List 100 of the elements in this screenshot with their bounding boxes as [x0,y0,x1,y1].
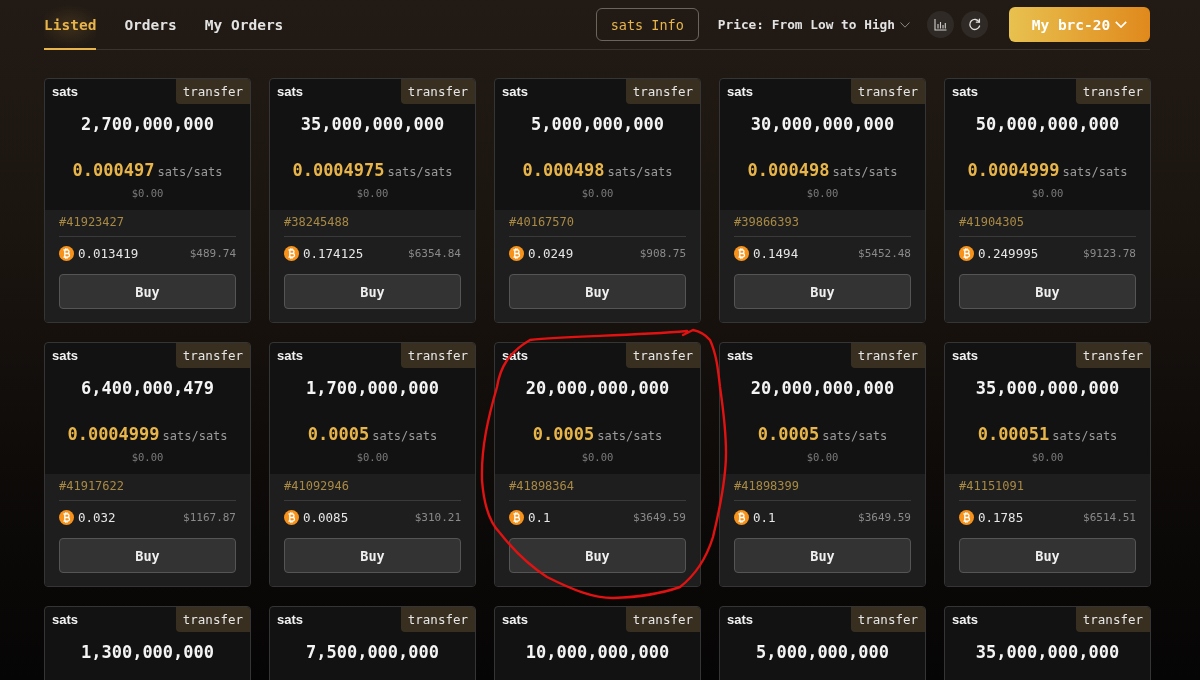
transfer-tag: transfer [400,79,475,104]
usd-unit-price: $0.00 [356,186,389,201]
amount-text: 6,400,000,479 [80,377,215,400]
sort-dropdown[interactable]: Price: From Low to High [717,17,910,32]
transfer-tag: transfer [175,607,250,632]
btc-price: 0.1785 [978,509,1024,525]
btc-price: 0.1 [528,509,551,525]
btc-price: 0.0249 [528,245,574,261]
coin-icon [959,245,974,261]
coin-icon [734,245,749,261]
inscription-number: #40167570 [509,214,575,230]
usd-total: $908.75 [639,246,686,260]
amount-text: 2,700,000,000 [80,113,215,136]
chart-button[interactable] [927,11,954,38]
unit-price: 0.0004975 [292,159,385,182]
usd-unit-price: $0.00 [1031,186,1064,201]
coin-icon [59,509,74,525]
buy-button[interactable]: Buy [959,538,1136,573]
buy-button[interactable]: Buy [59,274,236,309]
unit-price: 0.000498 [522,159,605,182]
coin-icon [284,245,299,261]
price-unit: sats/sats [597,428,663,445]
usd-total: $3649.59 [633,510,686,524]
chevron-down-icon [1115,21,1128,28]
transfer-tag: transfer [850,79,925,104]
price-unit: sats/sats [832,164,898,181]
ticker-label: sats [726,347,754,363]
tab[interactable]: My Orders [204,0,284,50]
transfer-tag: transfer [1075,343,1150,368]
buy-button[interactable]: Buy [59,538,236,573]
usd-unit-price: $0.00 [581,186,614,201]
usd-total: $6514.51 [1083,510,1136,524]
transfer-tag: transfer [625,607,700,632]
unit-price: 0.0004999 [67,423,160,446]
price-unit: sats/sats [1052,428,1118,445]
transfer-tag: transfer [175,79,250,104]
usd-total: $1167.87 [183,510,236,524]
buy-button[interactable]: Buy [509,274,686,309]
transfer-tag: transfer [400,343,475,368]
amount-text: 7,500,000,000 [305,641,440,664]
unit-price: 0.0005 [757,423,820,446]
unit-price: 0.00051 [977,423,1050,446]
price-unit: sats/sats [372,428,438,445]
ticker-label: sats [501,611,529,627]
usd-unit-price: $0.00 [131,186,164,201]
btc-price: 0.0085 [303,509,349,525]
coin-icon [959,509,974,525]
amount-text: 20,000,000,000 [525,377,670,400]
inscription-number: #41151091 [959,478,1025,494]
buy-button[interactable]: Buy [284,274,461,309]
info-button[interactable]: sats Info [595,8,699,41]
ticker-label: sats [51,347,79,363]
usd-total: $310.21 [414,510,461,524]
usd-total: $489.74 [189,246,236,260]
amount-text: 1,700,000,000 [305,377,440,400]
amount-text: 5,000,000,000 [530,113,665,136]
usd-total: $5452.48 [858,246,911,260]
amount-text: 50,000,000,000 [975,113,1120,136]
btc-price: 0.1494 [753,245,799,261]
amount-text: 5,000,000,000 [755,641,890,664]
price-unit: sats/sats [607,164,673,181]
coin-icon [509,245,524,261]
coin-icon [59,245,74,261]
chevron-down-icon [900,21,910,28]
amount-text: 30,000,000,000 [750,113,895,136]
unit-price: 0.0004999 [967,159,1060,182]
refresh-button[interactable] [961,11,988,38]
ticker-label: sats [276,347,304,363]
amount-text: 1,300,000,000 [80,641,215,664]
ticker-label: sats [276,83,304,99]
transfer-tag: transfer [850,343,925,368]
btc-price: 0.1 [753,509,776,525]
buy-button[interactable]: Buy [959,274,1136,309]
price-unit: sats/sats [162,428,228,445]
price-unit: sats/sats [387,164,453,181]
tab[interactable]: Orders [124,0,177,50]
price-unit: sats/sats [1062,164,1128,181]
transfer-tag: transfer [1075,607,1150,632]
ticker-label: sats [726,83,754,99]
btc-price: 0.032 [78,509,116,525]
transfer-tag: transfer [175,343,250,368]
transfer-tag: transfer [625,79,700,104]
unit-price: 0.0005 [532,423,595,446]
buy-button[interactable]: Buy [509,538,686,573]
buy-button[interactable]: Buy [284,538,461,573]
ticker-label: sats [501,83,529,99]
ticker-label: sats [951,611,979,627]
coin-icon [284,509,299,525]
buy-button[interactable]: Buy [734,274,911,309]
usd-unit-price: $0.00 [1031,450,1064,465]
unit-price: 0.000497 [72,159,155,182]
amount-text: 10,000,000,000 [525,641,670,664]
inscription-number: #41917622 [59,478,125,494]
amount-text: 35,000,000,000 [975,641,1120,664]
usd-unit-price: $0.00 [356,450,389,465]
price-unit: sats/sats [822,428,888,445]
ticker-label: sats [951,347,979,363]
buy-button[interactable]: Buy [734,538,911,573]
btc-price: 0.174125 [303,245,364,261]
usd-total: $9123.78 [1083,246,1136,260]
